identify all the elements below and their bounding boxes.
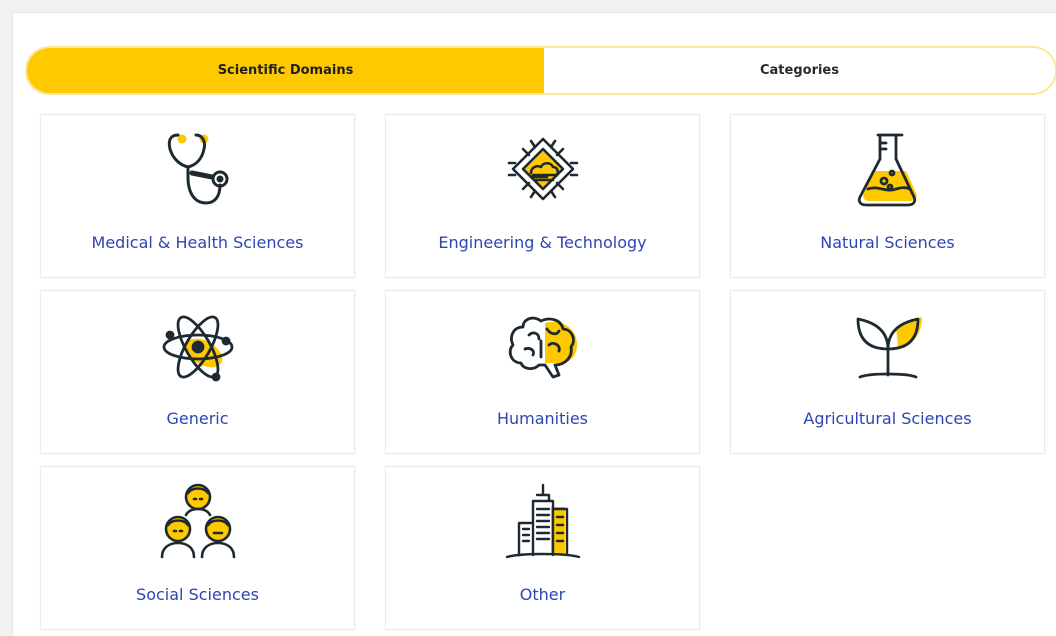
domain-card-humanities[interactable]: Humanities xyxy=(385,290,700,454)
atom-icon xyxy=(156,305,240,389)
domain-card-engineering-technology[interactable]: Engineering & Technology xyxy=(385,114,700,278)
people-icon xyxy=(156,481,240,565)
tab-categories[interactable]: Categories xyxy=(544,48,1055,93)
domain-card-social-sciences[interactable]: Social Sciences xyxy=(40,466,355,630)
domains-panel: Scientific Domains Categories Medical & … xyxy=(12,12,1056,636)
stethoscope-icon xyxy=(156,129,240,213)
sprout-icon xyxy=(846,305,930,389)
buildings-icon xyxy=(501,481,585,565)
domain-label: Agricultural Sciences xyxy=(803,409,972,428)
domain-card-agricultural-sciences[interactable]: Agricultural Sciences xyxy=(730,290,1045,454)
tab-scientific-domains[interactable]: Scientific Domains xyxy=(27,48,544,93)
brain-icon xyxy=(501,305,585,389)
domain-label: Social Sciences xyxy=(136,585,259,604)
tab-bar: Scientific Domains Categories xyxy=(25,46,1056,95)
domain-card-generic[interactable]: Generic xyxy=(40,290,355,454)
domain-card-other[interactable]: Other xyxy=(385,466,700,630)
domain-card-natural-sciences[interactable]: Natural Sciences xyxy=(730,114,1045,278)
chip-icon xyxy=(501,129,585,213)
domain-card-medical-health-sciences[interactable]: Medical & Health Sciences xyxy=(40,114,355,278)
domain-label: Medical & Health Sciences xyxy=(91,233,304,252)
domain-label: Generic xyxy=(166,409,229,428)
domain-label: Humanities xyxy=(496,409,589,428)
domain-label: Engineering & Technology xyxy=(438,233,647,252)
domain-label: Natural Sciences xyxy=(820,233,955,252)
flask-icon xyxy=(846,129,930,213)
domain-label: Other xyxy=(519,585,566,604)
